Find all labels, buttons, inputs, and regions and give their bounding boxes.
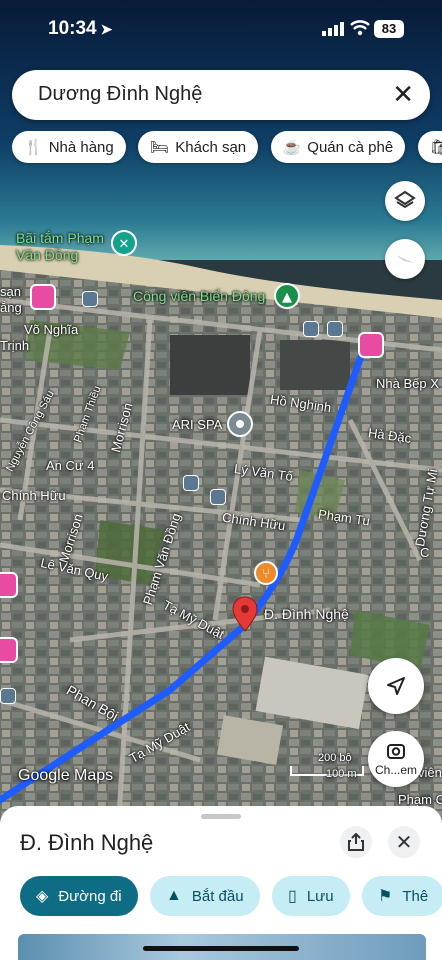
home-indicator (143, 946, 299, 951)
share-icon (348, 833, 364, 851)
street-label: Chính Hữu (2, 488, 66, 503)
chip-hotels[interactable]: 🛏 Khách sạn (138, 131, 259, 163)
navigation-icon: ▲ (166, 887, 182, 904)
label-button[interactable]: ⚑ Thê (362, 876, 442, 916)
bus-stop-icon[interactable] (303, 321, 319, 337)
lens-button[interactable]: Ch...em (368, 731, 424, 787)
action-label: Thê (402, 887, 429, 905)
bus-stop-icon[interactable] (0, 688, 16, 704)
hotel-pin[interactable] (30, 284, 56, 310)
clear-search-icon[interactable]: ✕ (392, 81, 414, 107)
wifi-icon (350, 20, 370, 36)
scale-label: 200 bộ (318, 752, 352, 764)
chip-restaurants[interactable]: 🍴 Nhà hàng (12, 131, 126, 163)
restaurant-icon: 🍴 (24, 139, 43, 156)
close-icon: ✕ (395, 831, 413, 854)
street-label: Phạm C (398, 792, 442, 807)
battery-icon: 83 (374, 20, 404, 38)
bookmark-icon: ▯ (288, 888, 297, 905)
navigation-arrow-icon (387, 677, 405, 695)
search-bar[interactable]: Dương Đình Nghệ ✕ (12, 70, 430, 120)
bus-stop-icon[interactable] (210, 489, 226, 505)
map-label-street-selected[interactable]: Đ. Đình Nghệ (264, 606, 349, 622)
poi-label[interactable]: Nhà Bếp X (376, 376, 439, 391)
layers-icon (394, 190, 416, 209)
chip-coffee[interactable]: ☕ Quán cà phê (270, 131, 406, 163)
cellular-icon (322, 22, 344, 36)
map-label-sang: sạn (0, 284, 21, 299)
google-maps-logo: Google Maps (18, 767, 114, 784)
svg-text:⑂: ⑂ (262, 567, 270, 582)
bus-stop-icon[interactable] (183, 475, 199, 491)
camera-lens-icon (387, 744, 405, 759)
action-label: Lưu (306, 887, 334, 905)
share-button[interactable] (340, 826, 372, 858)
place-title: Đ. Đình Nghệ (20, 830, 154, 855)
sheet-drag-handle[interactable] (201, 814, 241, 819)
chip-label: Quán cà phê (307, 138, 394, 156)
hotel-pin[interactable] (0, 637, 18, 663)
shopping-icon: 🛍 (429, 139, 442, 156)
street-label: An Cư 4 (46, 458, 95, 473)
start-button[interactable]: ▲ Bắt đầu (150, 876, 260, 916)
street-label: Võ Nghĩa (24, 322, 79, 337)
coffee-icon: ☕ (282, 139, 302, 156)
bus-stop-icon[interactable] (327, 321, 343, 337)
map-label-beach[interactable]: Bãi tắm Phạm Văn Đồng (16, 230, 116, 264)
chip-label: Nhà hàng (48, 138, 114, 156)
restaurant-pin: ⑂ (254, 561, 278, 585)
location-arrow-icon: ➤ (100, 21, 113, 37)
street-label: Trịnh (0, 338, 30, 353)
save-button[interactable]: ▯ Lưu (272, 876, 350, 916)
action-buttons: ◈ Đường đi ▲ Bắt đầu ▯ Lưu ⚑ Thê (20, 876, 442, 916)
search-query[interactable]: Dương Đình Nghệ (38, 83, 202, 106)
close-button[interactable]: ✕ (388, 826, 420, 858)
action-label: Đường đi (58, 887, 122, 905)
clock: 10:34 ➤ (48, 18, 112, 40)
lens-label: Ch...em (374, 763, 417, 777)
category-chips: 🍴 Nhà hàng 🛏 Khách sạn ☕ Quán cà phê 🛍Mu (12, 131, 442, 165)
place-sheet[interactable]: Đ. Đình Nghệ ✕ ◈ Đường đi ▲ Bắt đầu ▯ Lưu ⚑… (0, 806, 442, 960)
chip-shopping[interactable]: 🛍Mu (417, 131, 442, 163)
poi-label-ari-spa[interactable]: ARI SPA (172, 417, 222, 432)
layers-button[interactable] (385, 181, 425, 221)
svg-text:▲: ▲ (282, 290, 292, 305)
action-label: Bắt đầu (191, 887, 244, 905)
flag-icon: ⚑ (378, 888, 393, 905)
compass-icon (396, 255, 414, 263)
status-bar: 10:34 ➤ 83 (0, 0, 442, 60)
compass-button[interactable] (385, 239, 425, 279)
svg-text:✕: ✕ (119, 237, 130, 252)
scale-label: 100 m (326, 768, 357, 780)
hotel-pin[interactable] (358, 332, 384, 358)
bus-stop-icon[interactable] (82, 291, 98, 307)
directions-button[interactable]: ◈ Đường đi (20, 876, 138, 916)
street-label: C (420, 545, 430, 560)
place-pin (227, 411, 253, 437)
map-label-bang: ẵng (0, 300, 22, 315)
scale-bar: 200 bộ 100 m (290, 752, 370, 780)
map-label-park[interactable]: Công viên Biển Đông (133, 288, 265, 304)
clock-text: 10:34 (48, 18, 97, 39)
directions-icon: ◈ (36, 888, 49, 905)
hotel-pin[interactable] (0, 572, 18, 598)
my-location-button[interactable] (368, 658, 424, 714)
chip-label: Khách sạn (175, 138, 247, 156)
hotel-icon: 🛏 (150, 139, 170, 156)
